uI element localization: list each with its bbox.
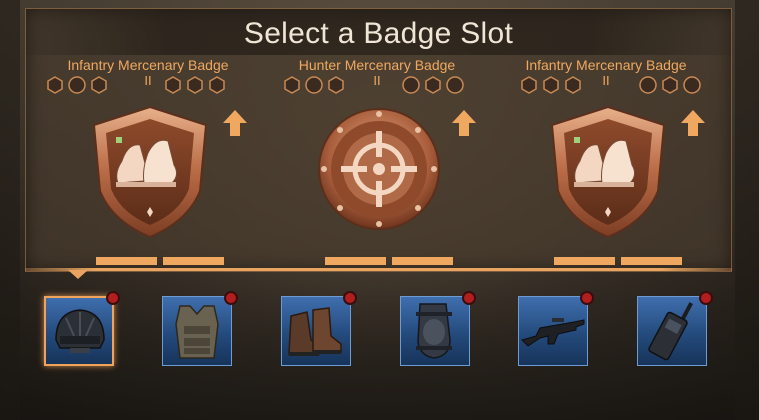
boots-shield-badge-icon	[92, 105, 208, 239]
equipment-slot-knee-pad[interactable]	[400, 291, 476, 366]
round-socket-icon	[68, 76, 86, 94]
round-socket-icon	[305, 76, 323, 94]
round-socket-icon	[639, 76, 657, 94]
badge-name: Hunter Mercenary Badge	[298, 57, 456, 73]
hexagon-socket-icon	[662, 76, 678, 94]
equipment-slot-helmet[interactable]	[44, 291, 120, 366]
boots-icon	[288, 307, 342, 356]
alert-dot-icon	[343, 291, 357, 305]
selection-pointer-icon	[68, 270, 88, 279]
badge-slot-panel: Select a Badge Slot Infantry Mercenary B…	[25, 8, 732, 272]
hexagon-socket-icon	[565, 76, 581, 94]
upgrade-arrow-icon[interactable]	[680, 109, 706, 137]
alert-dot-icon	[224, 291, 238, 305]
round-socket-icon	[446, 76, 464, 94]
page-title: Select a Badge Slot	[243, 17, 514, 50]
hexagon-socket-icon	[543, 76, 559, 94]
socket-row	[283, 76, 349, 94]
helmet-icon	[55, 309, 105, 353]
knee-pad-icon	[416, 303, 452, 359]
badge-name: Infantry Mercenary Badge	[525, 57, 687, 73]
round-socket-icon	[402, 76, 420, 94]
hexagon-socket-icon	[47, 76, 63, 94]
hexagon-socket-icon	[187, 76, 203, 94]
alert-dot-icon	[462, 291, 476, 305]
equipment-slot-radio[interactable]	[637, 291, 713, 366]
socket-row	[520, 76, 586, 94]
hexagon-socket-icon	[284, 76, 300, 94]
badge-level-bars	[96, 257, 226, 265]
hexagon-socket-icon	[425, 76, 441, 94]
background-pillar	[735, 0, 759, 420]
hexagon-socket-icon	[91, 76, 107, 94]
equipment-slot-body-armor[interactable]	[162, 291, 238, 366]
socket-row	[402, 76, 468, 94]
rifle-icon	[521, 318, 585, 347]
badge-name: Infantry Mercenary Badge	[67, 57, 229, 73]
panel-divider	[25, 268, 732, 271]
hexagon-socket-icon	[165, 76, 181, 94]
crosshair-round-badge-icon	[318, 108, 440, 230]
round-socket-icon	[683, 76, 701, 94]
boots-shield-badge-icon	[550, 105, 666, 239]
upgrade-arrow-icon[interactable]	[451, 109, 477, 137]
hexagon-socket-icon	[521, 76, 537, 94]
alert-dot-icon	[580, 291, 594, 305]
alert-dot-icon	[699, 291, 713, 305]
socket-row	[639, 76, 705, 94]
equipment-slot-rifle[interactable]	[518, 291, 594, 366]
body-armor-icon	[175, 305, 219, 359]
equipment-slot-boots[interactable]	[281, 291, 357, 366]
badge-level-bars	[325, 257, 455, 265]
badge-level-bars	[554, 257, 684, 265]
socket-row	[164, 76, 230, 94]
hexagon-socket-icon	[328, 76, 344, 94]
upgrade-arrow-icon[interactable]	[222, 109, 248, 137]
walkie-talkie-icon	[648, 302, 693, 361]
hexagon-socket-icon	[209, 76, 225, 94]
socket-row	[46, 76, 112, 94]
alert-dot-icon	[106, 291, 120, 305]
background-pillar	[0, 0, 20, 420]
